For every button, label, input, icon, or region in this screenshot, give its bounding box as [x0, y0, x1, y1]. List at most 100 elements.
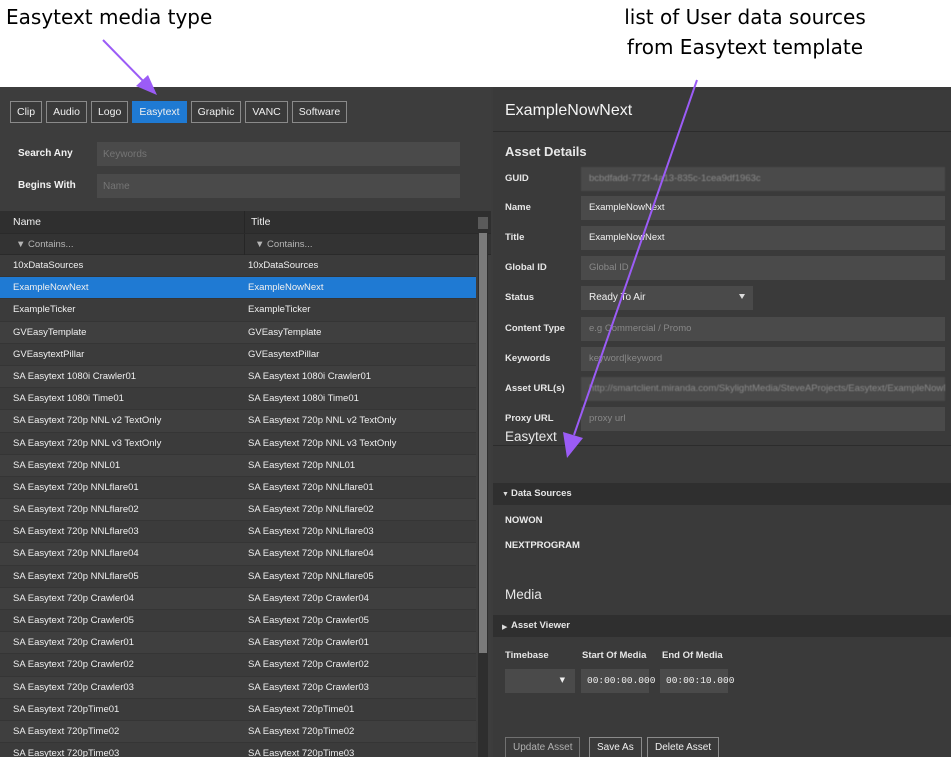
annotation-line-1: list of User data sources: [624, 5, 866, 29]
media-heading: Media: [505, 587, 542, 602]
media-type-button-clip[interactable]: Clip: [10, 101, 43, 123]
divider: [493, 445, 951, 446]
cell-name: GVEasytextPillar: [13, 348, 85, 360]
asset-viewer-band[interactable]: ▶ Asset Viewer: [493, 615, 951, 637]
cell-name: SA Easytext 720p NNLflare02: [13, 504, 139, 516]
proxy-url-label: Proxy URL: [505, 413, 554, 424]
cell-title: SA Easytext 720p Crawler04: [248, 592, 369, 604]
global-id-field: Global ID Global ID: [493, 256, 951, 280]
table-row[interactable]: SA Easytext 1080i Crawler01 SA Easytext 1…: [0, 365, 476, 389]
table-row[interactable]: SA Easytext 720p Crawler05 SA Easytext 72…: [0, 610, 476, 633]
cell-name: SA Easytext 720p Crawler04: [13, 592, 134, 604]
easytext-heading: Easytext: [505, 429, 557, 444]
cell-name: SA Easytext 720p Crawler05: [13, 615, 134, 626]
cell-title: SA Easytext 720p NNLflare04: [248, 548, 374, 560]
table-row[interactable]: SA Easytext 720p NNLflare02 SA Easytext 7…: [0, 499, 476, 522]
cell-title: SA Easytext 720p Crawler01: [248, 637, 369, 649]
save-as-button[interactable]: Save As: [589, 737, 642, 757]
chevron-down-icon: ▼: [559, 676, 565, 684]
table-row[interactable]: SA Easytext 720p Crawler04 SA Easytext 72…: [0, 587, 476, 610]
begins-with-label: Begins With: [18, 180, 76, 191]
cell-title: SA Easytext 720p Crawler05: [248, 615, 369, 626]
cell-name: SA Easytext 720p NNL01: [13, 459, 121, 471]
asset-browser-panel: Clip Audio Logo Easytext Graphic VANC Software…: [0, 87, 491, 757]
title-filter[interactable]: ▼ Contains...: [255, 239, 312, 250]
asset-urls-input[interactable]: http://smartclient.miranda.com/SkylightM…: [581, 377, 945, 401]
table-row[interactable]: SA Easytext 720p Crawler01 SA Easytext 72…: [0, 632, 476, 655]
name-field: Name ExampleNowNext: [493, 196, 951, 220]
cell-name: GVEasyTemplate: [13, 326, 87, 338]
media-type-button-vanc[interactable]: VANC: [245, 101, 288, 123]
table-row[interactable]: SA Easytext 720p NNL v3 TextOnly SA Easyt…: [0, 432, 476, 455]
table-row[interactable]: ExampleTicker ExampleTicker: [0, 299, 476, 322]
column-header-title[interactable]: Title: [251, 216, 270, 228]
delete-asset-button[interactable]: Delete Asset: [647, 737, 720, 757]
scroll-up-icon[interactable]: [478, 217, 488, 229]
cell-name: SA Easytext 720p NNL v3 TextOnly: [13, 437, 162, 449]
global-id-input[interactable]: Global ID: [581, 256, 945, 280]
divider: [493, 131, 951, 132]
status-field: Status Ready To Air: [493, 286, 951, 310]
timebase-select[interactable]: ▼: [505, 669, 575, 693]
proxy-url-field: Proxy URL proxy url: [493, 407, 951, 431]
name-input[interactable]: ExampleNowNext: [581, 196, 945, 220]
guid-value[interactable]: bcbdfadd-772f-4a13-835c-1cea9df1963c: [581, 167, 945, 191]
table-row[interactable]: SA Easytext 720pTime01 SA Easytext 720pTi…: [0, 698, 476, 721]
table-row[interactable]: 10xDataSources 10xDataSources: [0, 255, 476, 278]
keywords-input[interactable]: keyword|keyword: [581, 347, 945, 371]
asset-manager-window: Clip Audio Logo Easytext Graphic VANC Software…: [0, 87, 951, 757]
data-source-item: NOWON: [505, 515, 543, 526]
title-label: Title: [505, 232, 525, 243]
media-type-button-software[interactable]: Software: [291, 101, 348, 123]
table-row[interactable]: SA Easytext 720p NNL v2 TextOnly SA Easyt…: [0, 410, 476, 433]
table-scrollbar[interactable]: [478, 217, 488, 757]
data-sources-label: Data Sources: [511, 488, 572, 499]
table-row[interactable]: SA Easytext 720p Crawler03 SA Easytext 72…: [0, 676, 476, 699]
media-type-button-graphic[interactable]: Graphic: [190, 101, 242, 123]
asset-table: Name Title ▼ Contains... ▼ Contains... 1…: [0, 211, 491, 757]
annotation-data-sources: list of User data sources from Easytext …: [555, 2, 935, 62]
global-id-label: Global ID: [505, 262, 547, 273]
asset-title: ExampleNowNext: [505, 102, 633, 119]
cell-name: SA Easytext 720p Crawler02: [13, 659, 134, 671]
table-row[interactable]: SA Easytext 720p NNLflare04 SA Easytext 7…: [0, 543, 476, 566]
search-any-input[interactable]: [97, 142, 460, 166]
status-select[interactable]: Ready To Air: [581, 286, 753, 310]
table-row[interactable]: SA Easytext 720pTime02 SA Easytext 720pTi…: [0, 720, 476, 744]
data-sources-band[interactable]: ▼ Data Sources: [493, 483, 951, 505]
cell-title: SA Easytext 720p NNLflare02: [248, 504, 374, 516]
proxy-url-input[interactable]: proxy url: [581, 407, 945, 431]
arrow-line-left: [102, 39, 151, 89]
media-type-button-easytext[interactable]: Easytext: [132, 101, 187, 123]
status-label: Status: [505, 292, 535, 303]
update-asset-button[interactable]: Update Asset: [505, 737, 581, 757]
end-of-media-input[interactable]: 00:00:10.000: [660, 669, 734, 693]
table-row[interactable]: SA Easytext 720p NNL01 SA Easytext 720p N…: [0, 454, 476, 477]
asset-details-panel: ExampleNowNext Asset Details GUID bcbdfa…: [493, 87, 951, 757]
media-type-button-audio[interactable]: Audio: [46, 101, 87, 123]
media-type-button-logo[interactable]: Logo: [90, 101, 129, 123]
scroll-thumb[interactable]: [479, 233, 487, 653]
table-row[interactable]: ExampleNowNext ExampleNowNext: [0, 277, 476, 300]
title-input[interactable]: ExampleNowNext: [581, 226, 945, 250]
table-row[interactable]: SA Easytext 1080i Time01 SA Easytext 1080…: [0, 388, 476, 411]
table-row[interactable]: SA Easytext 720p NNLflare03 SA Easytext 7…: [0, 521, 476, 544]
name-filter[interactable]: ▼ Contains...: [16, 239, 73, 250]
begins-with-input[interactable]: [97, 174, 460, 198]
asset-details-heading: Asset Details: [505, 144, 587, 159]
column-header-name[interactable]: Name: [13, 216, 41, 228]
table-row[interactable]: SA Easytext 720p NNLflare05 SA Easytext 7…: [0, 565, 476, 588]
table-row[interactable]: SA Easytext 720p Crawler02 SA Easytext 72…: [0, 654, 476, 677]
table-row[interactable]: SA Easytext 720pTime03 SA Easytext 720pTi…: [0, 743, 476, 757]
cell-name: SA Easytext 720p NNLflare04: [13, 548, 139, 560]
column-separator: [244, 234, 245, 256]
content-type-input[interactable]: e.g Commercial / Promo: [581, 317, 945, 341]
table-row[interactable]: GVEasytextPillar GVEasytextPillar: [0, 343, 476, 366]
table-row[interactable]: GVEasyTemplate GVEasyTemplate: [0, 321, 476, 344]
cell-name: SA Easytext 720pTime01: [13, 703, 120, 715]
table-row[interactable]: SA Easytext 720p NNLflare01 SA Easytext 7…: [0, 476, 476, 500]
chevron-down-icon: [739, 294, 745, 299]
start-of-media-input[interactable]: 00:00:00.000: [581, 669, 655, 693]
content-type-label: Content Type: [505, 323, 565, 334]
cell-name: SA Easytext 1080i Time01: [13, 393, 124, 405]
